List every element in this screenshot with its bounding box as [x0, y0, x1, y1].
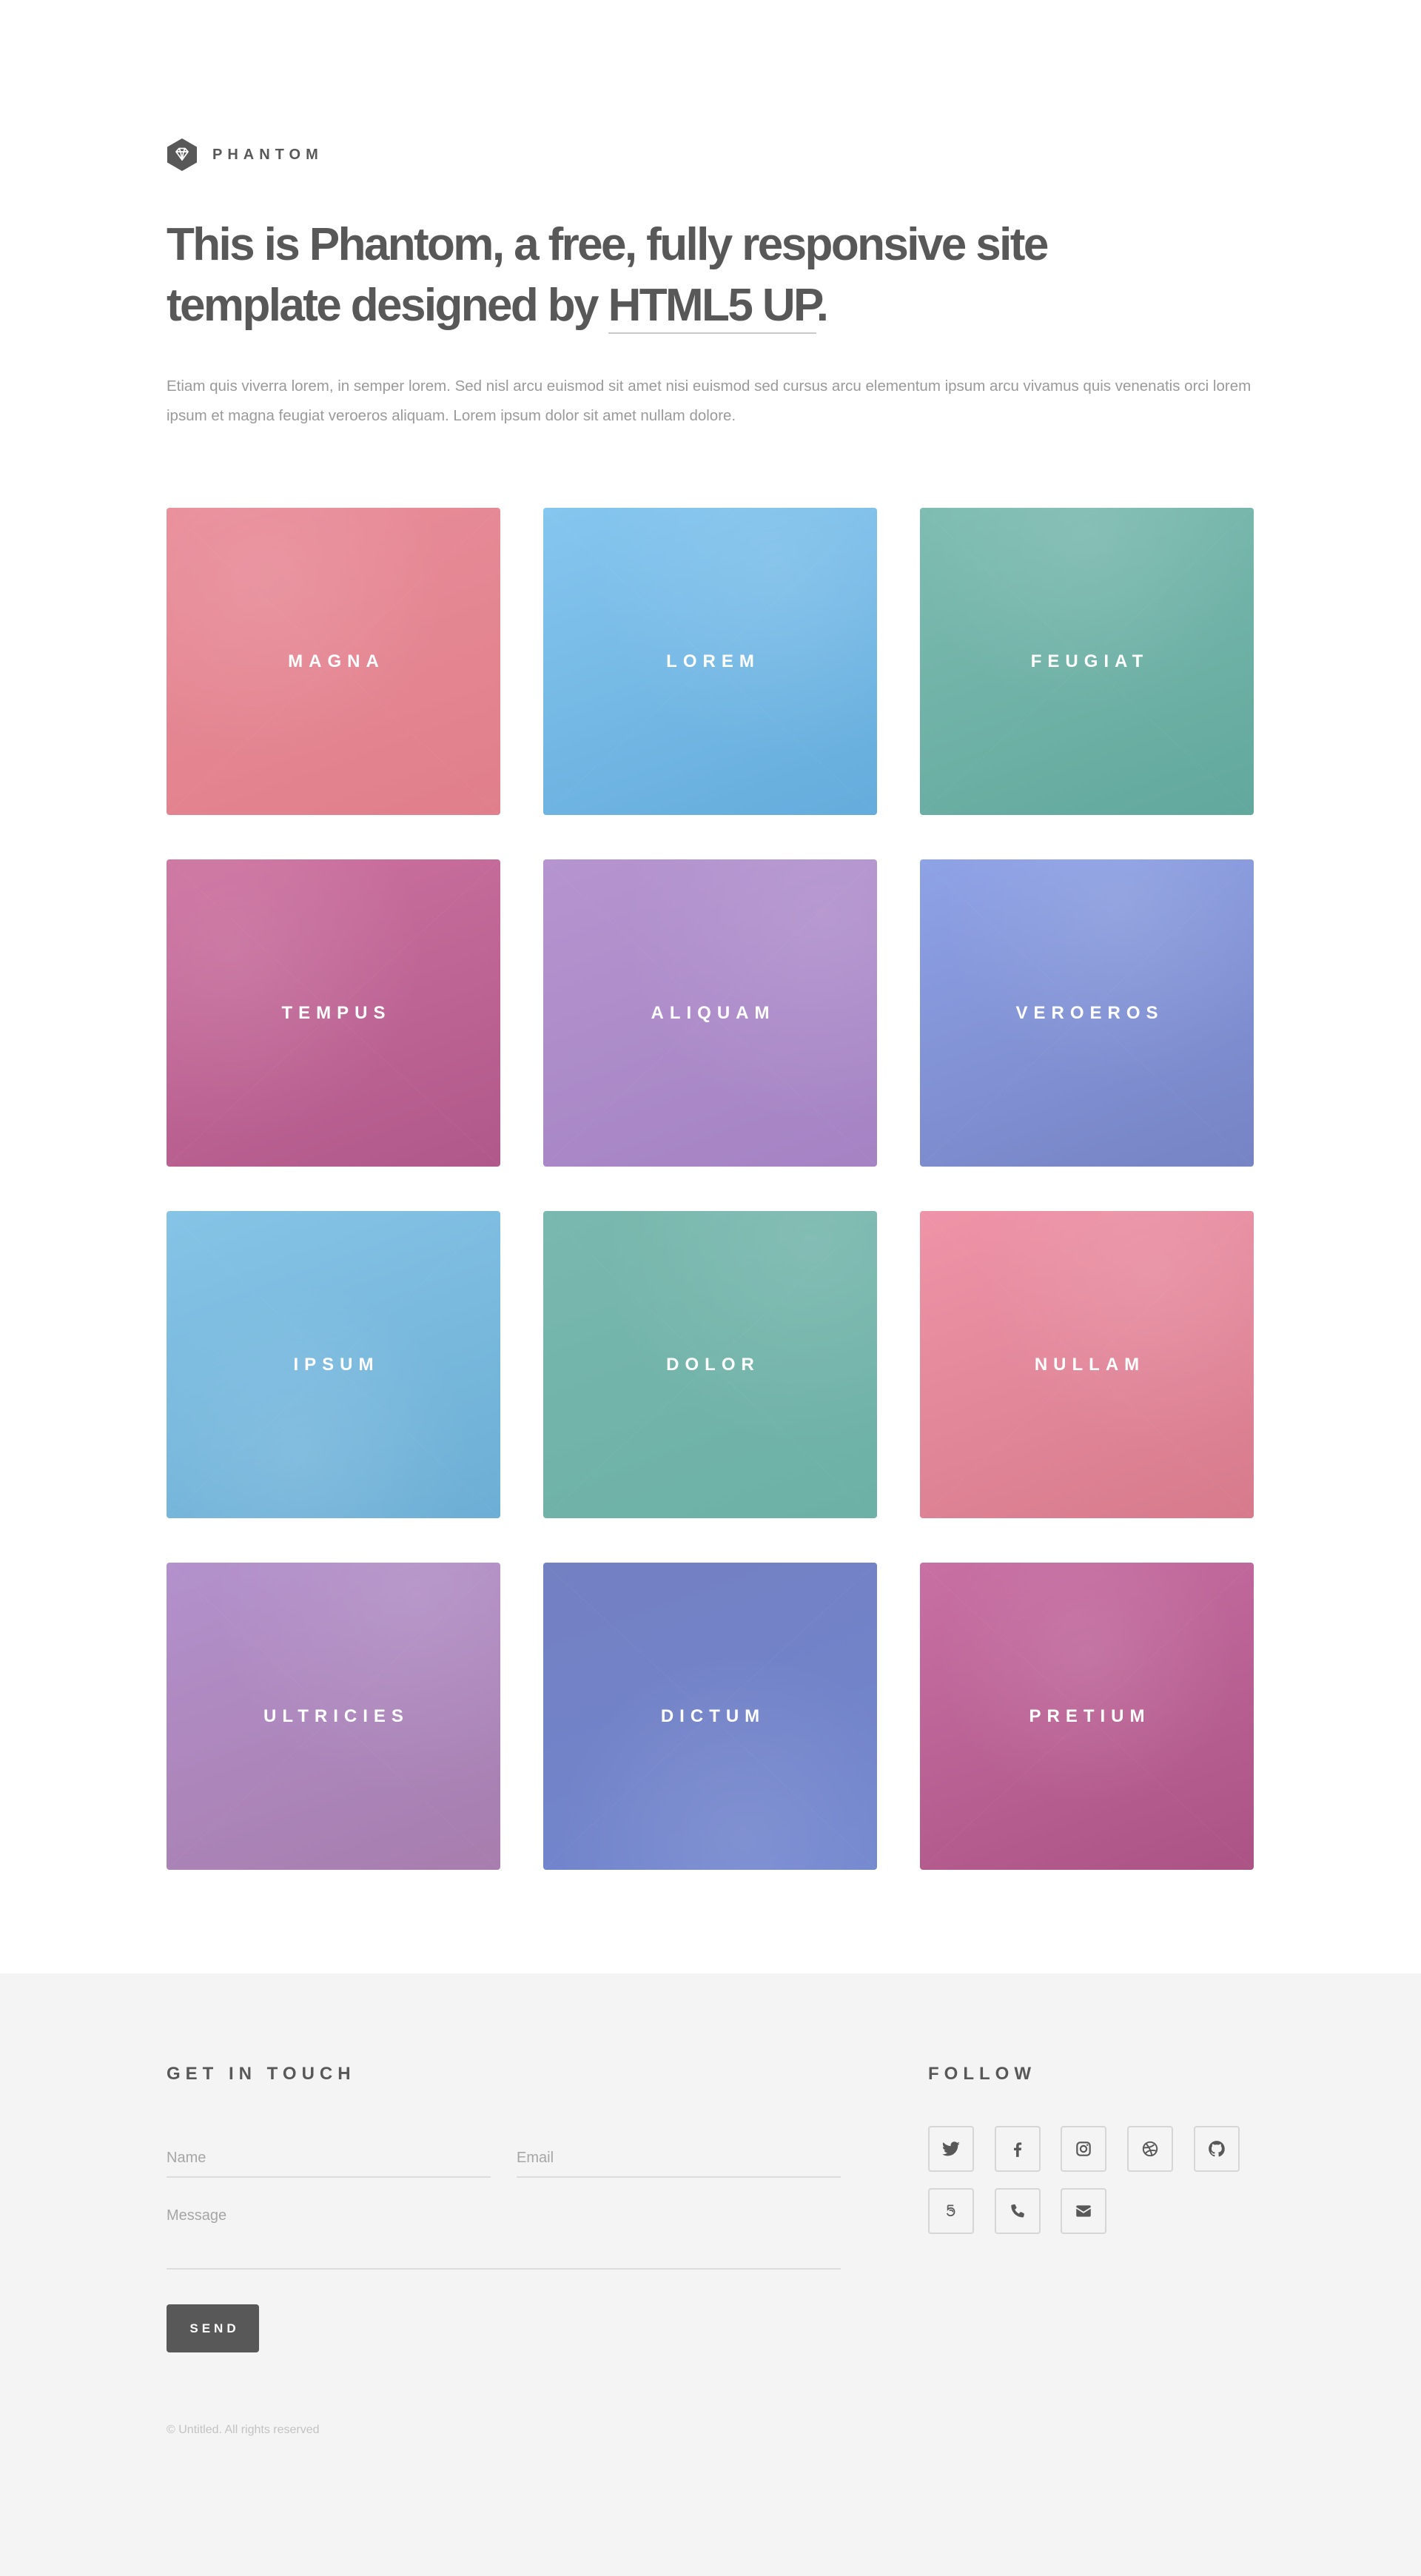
tile-label: FEUGIAT	[1030, 651, 1149, 671]
facebook-icon	[1014, 2142, 1022, 2157]
html5up-link[interactable]: HTML5 UP	[608, 280, 818, 334]
message-field	[167, 2200, 841, 2270]
phone-icon	[1011, 2204, 1024, 2218]
tile-label: DICTUM	[660, 1705, 766, 1726]
tile-nullam[interactable]: NULLAM	[920, 1211, 1254, 1518]
email-button[interactable]	[1061, 2188, 1106, 2234]
follow-title: FOLLOW	[928, 2064, 1036, 2084]
tile-tempus[interactable]: TEMPUS	[167, 859, 500, 1167]
github-button[interactable]	[1194, 2126, 1240, 2172]
500px-icon	[946, 2204, 955, 2217]
tile-pretium[interactable]: PRETIUM	[920, 1563, 1254, 1870]
twitter-icon	[941, 2141, 960, 2156]
diamond-hexagon-icon	[167, 138, 197, 171]
tile-ipsum[interactable]: IPSUM	[167, 1211, 500, 1518]
phone-button[interactable]	[995, 2188, 1041, 2234]
tile-label: PRETIUM	[1029, 1705, 1151, 1726]
headline-period: .	[816, 280, 829, 331]
brand-name: PHANTOM	[212, 146, 323, 163]
tile-label: MAGNA	[288, 651, 385, 671]
name-input[interactable]	[167, 2132, 491, 2176]
tile-lorem[interactable]: LOREM	[543, 508, 877, 815]
tile-label: VEROEROS	[1015, 1002, 1164, 1023]
tiles-grid: MAGNA LOREM FEUGIAT TEMPUS ALIQUAM VEROEROS IP…	[167, 508, 1254, 1870]
tile-aliquam[interactable]: ALIQUAM	[543, 859, 877, 1167]
tile-label: LOREM	[666, 651, 760, 671]
tile-dolor[interactable]: DOLOR	[543, 1211, 877, 1518]
tile-veroeros[interactable]: VEROEROS	[920, 859, 1254, 1167]
message-input[interactable]	[167, 2200, 841, 2268]
intro-paragraph: Etiam quis viverra lorem, in semper lore…	[167, 378, 1252, 424]
github-icon	[1209, 2141, 1225, 2157]
tile-feugiat[interactable]: FEUGIAT	[920, 508, 1254, 815]
name-field	[167, 2132, 491, 2178]
facebook-button[interactable]	[995, 2126, 1041, 2172]
twitter-button[interactable]	[928, 2126, 974, 2172]
email-field	[517, 2132, 841, 2178]
tile-dictum[interactable]: DICTUM	[543, 1563, 877, 1870]
tile-label: ALIQUAM	[651, 1002, 776, 1023]
dribbble-icon	[1142, 2141, 1158, 2157]
headline-text: This is Phantom, a free, fully responsiv…	[167, 219, 1049, 331]
tile-magna[interactable]: MAGNA	[167, 508, 500, 815]
envelope-icon	[1076, 2205, 1091, 2217]
500px-button[interactable]	[928, 2188, 974, 2234]
send-button[interactable]: SEND	[167, 2304, 259, 2352]
instagram-button[interactable]	[1061, 2126, 1106, 2172]
tile-label: IPSUM	[293, 1354, 380, 1375]
get-in-touch-title: GET IN TOUCH	[167, 2064, 356, 2084]
tile-label: ULTRICIES	[263, 1705, 409, 1726]
page-headline: This is Phantom, a free, fully responsiv…	[167, 215, 1129, 336]
dribbble-button[interactable]	[1127, 2126, 1173, 2172]
tile-label: TEMPUS	[281, 1002, 392, 1023]
tile-label: NULLAM	[1034, 1354, 1146, 1375]
tile-label: DOLOR	[666, 1354, 760, 1375]
email-input[interactable]	[517, 2132, 841, 2176]
copyright-text: © Untitled. All rights reserved	[167, 2424, 320, 2436]
site-logo[interactable]: PHANTOM	[167, 138, 323, 172]
tile-ultricies[interactable]: ULTRICIES	[167, 1563, 500, 1870]
instagram-icon	[1076, 2141, 1091, 2156]
